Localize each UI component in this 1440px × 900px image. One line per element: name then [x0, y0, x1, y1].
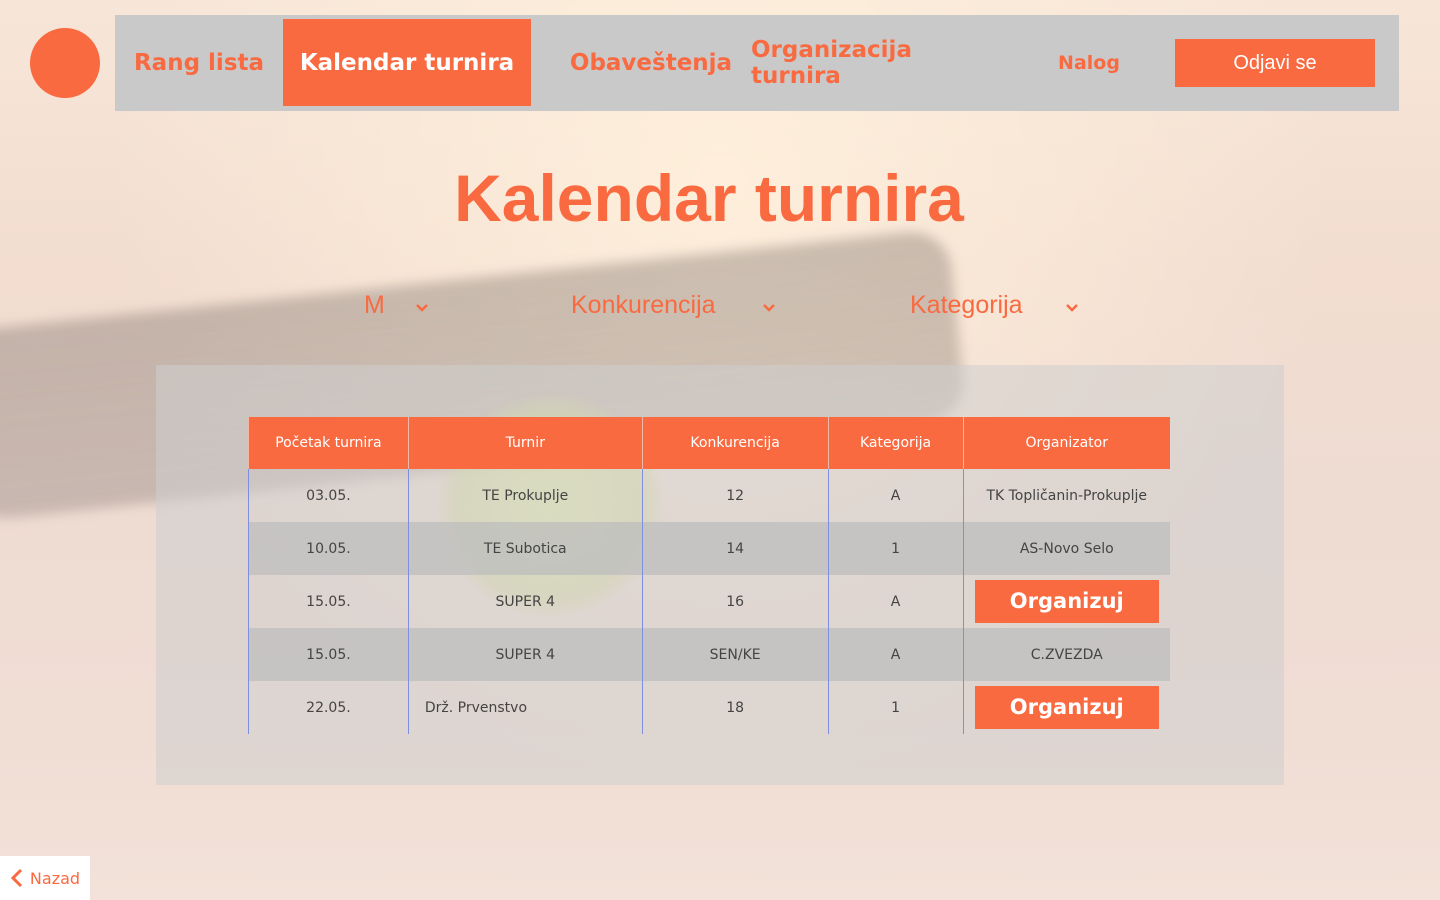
- cell-category: 1: [827, 681, 963, 734]
- cell-tournament: Drž. Prvenstvo: [407, 681, 643, 734]
- nav-item-nalog[interactable]: Nalog: [1045, 15, 1133, 111]
- cell-organizer: C.ZVEZDA: [962, 628, 1170, 681]
- cell-tournament: TE Prokuplje: [407, 469, 643, 522]
- logo[interactable]: [30, 28, 100, 98]
- cell-competition: 16: [641, 575, 829, 628]
- navbar: Rang lista Kalendar turnira Obaveštenja …: [115, 15, 1399, 111]
- organize-button[interactable]: Organizuj: [974, 686, 1159, 729]
- cell-competition: 18: [641, 681, 829, 734]
- cell-start: 03.05.: [248, 469, 409, 522]
- cell-competition: SEN/KE: [641, 628, 829, 681]
- cell-start: 15.05.: [248, 575, 409, 628]
- column-header-category: Kategorija: [827, 417, 963, 469]
- cell-category: 1: [827, 522, 963, 575]
- cell-tournament: TE Subotica: [407, 522, 643, 575]
- table-header-row: Početak turnira Turnir Konkurencija Kate…: [248, 417, 1170, 469]
- cell-organizer: Organizuj: [962, 681, 1170, 734]
- chevron-down-icon: [1065, 291, 1079, 320]
- cell-category: A: [827, 575, 963, 628]
- cell-category: A: [827, 628, 963, 681]
- chevron-left-icon: [10, 868, 24, 888]
- category-select-value: Kategorija: [910, 290, 1023, 319]
- cell-category: A: [827, 469, 963, 522]
- cell-start: 15.05.: [248, 628, 409, 681]
- cell-competition: 12: [641, 469, 829, 522]
- back-label: Nazad: [29, 868, 81, 888]
- cell-organizer: Organizuj: [962, 575, 1170, 628]
- nav-item-organizacija-turnira[interactable]: Organizacija turnira: [751, 15, 989, 111]
- cell-tournament: SUPER 4: [407, 575, 643, 628]
- column-header-tournament: Turnir: [407, 417, 643, 469]
- table-row: 15.05. SUPER 4 16 A Organizuj: [248, 575, 1170, 628]
- nav-item-kalendar-turnira[interactable]: Kalendar turnira: [283, 19, 531, 106]
- competition-select-value: Konkurencija: [571, 290, 716, 319]
- cell-organizer: AS-Novo Selo: [962, 522, 1170, 575]
- cell-tournament: SUPER 4: [407, 628, 643, 681]
- tournament-table: Početak turnira Turnir Konkurencija Kate…: [248, 417, 1170, 734]
- organize-button[interactable]: Organizuj: [974, 580, 1159, 623]
- category-select[interactable]: Kategorija: [910, 285, 1079, 325]
- column-header-competition: Konkurencija: [641, 417, 829, 469]
- gender-select[interactable]: M: [364, 285, 429, 325]
- table-row: 10.05. TE Subotica 14 1 AS-Novo Selo: [248, 522, 1170, 575]
- column-header-start: Početak turnira: [248, 417, 409, 469]
- table-row: 03.05. TE Prokuplje 12 A TK Topličanin-P…: [248, 469, 1170, 522]
- competition-select[interactable]: Konkurencija: [571, 285, 776, 325]
- nav-item-rang-lista[interactable]: Rang lista: [129, 15, 269, 111]
- logout-button[interactable]: Odjavi se: [1175, 39, 1375, 87]
- table-row: 22.05. Drž. Prvenstvo 18 1 Organizuj: [248, 681, 1170, 734]
- cell-organizer: TK Topličanin-Prokuplje: [962, 469, 1170, 522]
- page-title: Kalendar turnira: [454, 161, 964, 235]
- nav-item-obavestenja[interactable]: Obaveštenja: [565, 15, 737, 111]
- chevron-down-icon: [762, 291, 776, 320]
- column-header-organizer: Organizator: [962, 417, 1170, 469]
- cell-start: 10.05.: [248, 522, 409, 575]
- gender-select-value: M: [364, 290, 385, 319]
- table-row: 15.05. SUPER 4 SEN/KE A C.ZVEZDA: [248, 628, 1170, 681]
- chevron-down-icon: [415, 291, 429, 320]
- cell-competition: 14: [641, 522, 829, 575]
- cell-start: 22.05.: [248, 681, 409, 734]
- back-button[interactable]: Nazad: [0, 856, 90, 900]
